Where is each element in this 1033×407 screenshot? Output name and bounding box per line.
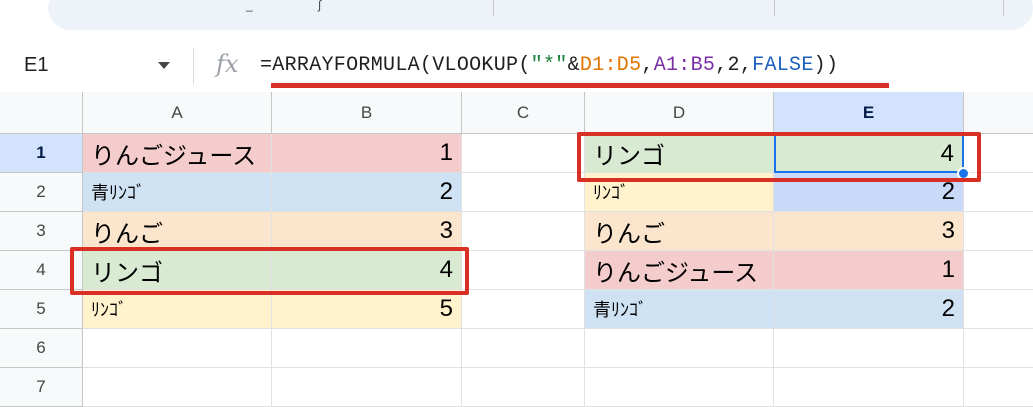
cell-c5[interactable] <box>462 290 585 329</box>
row-header-7[interactable]: 7 <box>0 368 83 407</box>
chevron-down-icon[interactable] <box>158 62 170 69</box>
row-header-1[interactable]: 1 <box>0 134 83 173</box>
select-all-corner[interactable] <box>0 92 83 134</box>
formula-close: )) <box>813 54 839 77</box>
cell-f3[interactable] <box>964 212 1033 251</box>
cell-e6[interactable] <box>774 329 964 368</box>
toolbar-item-icon[interactable]: ∫ <box>318 0 321 11</box>
cell-c1[interactable] <box>462 134 585 173</box>
cell-b5[interactable]: 5 <box>272 290 462 329</box>
formula-operator: & <box>567 54 580 77</box>
cell-b1[interactable]: 1 <box>272 134 462 173</box>
cell-a5[interactable]: ﾘﾝｺﾞ <box>83 290 272 329</box>
cell-a2[interactable]: 青ﾘﾝｺﾞ <box>83 173 272 212</box>
column-header-b[interactable]: B <box>272 92 462 134</box>
cell-b2[interactable]: 2 <box>272 173 462 212</box>
spreadsheet-grid: A B C D E 1 2 3 4 5 6 7 りんごジュース 1 青ﾘﾝｺﾞ … <box>0 92 1033 407</box>
formula-comma: , <box>641 54 654 77</box>
annotation-highlight-box <box>577 132 981 182</box>
toolbar-divider <box>493 0 494 16</box>
cell-a7[interactable] <box>83 368 272 407</box>
column-header-c[interactable]: C <box>462 92 585 134</box>
toolbar-divider <box>1003 0 1004 16</box>
formula-boolean: FALSE <box>752 54 814 77</box>
cell-d6[interactable] <box>585 329 774 368</box>
cell-d7[interactable] <box>585 368 774 407</box>
row-header-2[interactable]: 2 <box>0 173 83 212</box>
formula-range-d: D1:D5 <box>579 54 642 77</box>
cell-c7[interactable] <box>462 368 585 407</box>
cell-b6[interactable] <box>272 329 462 368</box>
divider <box>193 48 194 84</box>
formula-range-a: A1:B5 <box>653 54 716 77</box>
cell-b7[interactable] <box>272 368 462 407</box>
cell-c6[interactable] <box>462 329 585 368</box>
formula-number: 2 <box>727 54 740 77</box>
formula-bar: E1 fx =ARRAYFORMULA(VLOOKUP("*"&D1:D5,A1… <box>0 40 1033 92</box>
cell-e5[interactable]: 2 <box>774 290 964 329</box>
toolbar-item-icon[interactable]: _ <box>246 0 253 11</box>
cell-e3[interactable]: 3 <box>774 212 964 251</box>
cell-b3[interactable]: 3 <box>272 212 462 251</box>
row-header-6[interactable]: 6 <box>0 329 83 368</box>
cell-e4[interactable]: 1 <box>774 251 964 290</box>
name-box[interactable]: E1 <box>24 54 48 77</box>
cell-f5[interactable] <box>964 290 1033 329</box>
column-header-d[interactable]: D <box>585 92 774 134</box>
cell-a3[interactable]: りんご <box>83 212 272 251</box>
column-header-e[interactable]: E <box>774 92 964 134</box>
formula-comma: , <box>739 54 753 77</box>
cell-c4[interactable] <box>462 251 585 290</box>
cell-e7[interactable] <box>774 368 964 407</box>
row-header-3[interactable]: 3 <box>0 212 83 251</box>
toolbar: _ ∫ <box>0 0 1033 30</box>
annotation-highlight-box <box>70 247 469 295</box>
formula-string: "*" <box>530 54 568 77</box>
cell-a6[interactable] <box>83 329 272 368</box>
annotation-underline <box>271 83 889 88</box>
formula-function: =ARRAYFORMULA(VLOOKUP( <box>260 54 531 77</box>
cell-c2[interactable] <box>462 173 585 212</box>
row-header-5[interactable]: 5 <box>0 290 83 329</box>
function-icon: fx <box>216 50 239 78</box>
cell-d4[interactable]: りんごジュース <box>585 251 774 290</box>
cell-a1[interactable]: りんごジュース <box>83 134 272 173</box>
cell-f7[interactable] <box>964 368 1033 407</box>
cell-d3[interactable]: りんご <box>585 212 774 251</box>
cell-f6[interactable] <box>964 329 1033 368</box>
cell-d5[interactable]: 青ﾘﾝｺﾞ <box>585 290 774 329</box>
cell-f4[interactable] <box>964 251 1033 290</box>
column-header-a[interactable]: A <box>83 92 272 134</box>
column-header-empty[interactable] <box>964 92 1033 134</box>
formula-comma: , <box>715 54 728 77</box>
formula-input[interactable]: =ARRAYFORMULA(VLOOKUP("*"&D1:D5,A1:B5,2,… <box>260 54 838 77</box>
toolbar-background <box>48 0 1033 30</box>
cell-c3[interactable] <box>462 212 585 251</box>
toolbar-divider <box>774 0 775 16</box>
